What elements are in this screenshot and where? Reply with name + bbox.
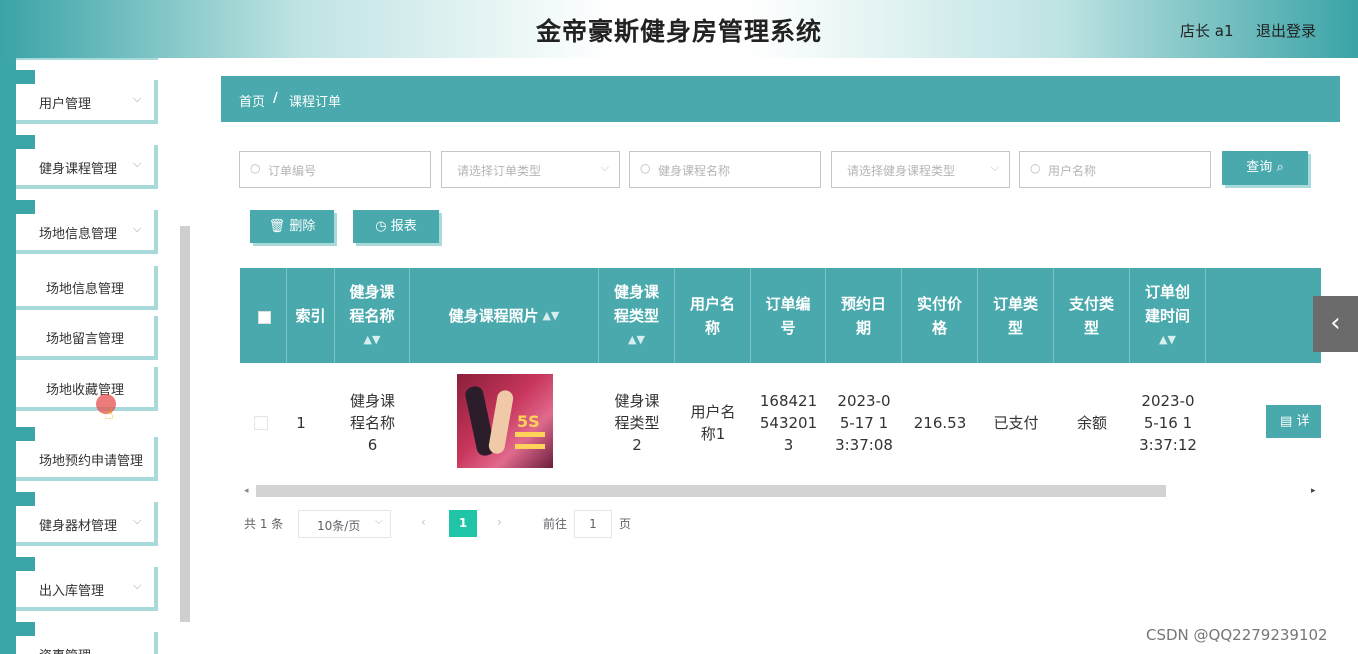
column-header-pay-type[interactable]: 支付类型 (1054, 268, 1130, 363)
chevron-down-icon: ⌵ (133, 579, 142, 592)
breadcrumb-separator: / (273, 91, 278, 106)
sidebar-item-label: 用户管理 (39, 97, 92, 112)
column-header-created-time[interactable]: 订单创建时间 ▲▼ (1130, 268, 1206, 363)
cell-course-type: 健身课程类型2 (614, 392, 660, 454)
sidebar-item-partial-bottom[interactable]: 资事管理 (15, 622, 158, 654)
goto-label: 前往 (543, 517, 568, 531)
delete-button[interactable]: 🗑 删除 (250, 210, 334, 243)
breadcrumb: 首页 / 课程订单 (221, 76, 1340, 122)
sidebar-item-inventory-management[interactable]: 出入库管理 ⌵ (15, 557, 158, 611)
sidebar-scrollbar[interactable] (180, 226, 190, 622)
sidebar-item-course-management[interactable]: 健身课程管理 ⌵ (15, 135, 158, 189)
sidebar-item-venue-management[interactable]: 场地信息管理 ⌵ (15, 200, 158, 254)
sidebar-item-label: 场地预约申请管理 (39, 454, 144, 469)
sidebar-item-partial (16, 58, 158, 60)
cell-order-type: 已支付 (993, 414, 1039, 432)
scroll-right-arrow[interactable]: ▸ (1311, 486, 1316, 496)
detail-button[interactable]: ▤ 详情 (1266, 405, 1321, 438)
cell-created-time: 2023-05-16 13:37:12 (1139, 392, 1197, 454)
sidebar-item-venue-booking[interactable]: 场地预约申请管理 (15, 427, 158, 481)
sidebar-item-user-management[interactable]: 用户管理 ⌵ (15, 70, 158, 124)
scroll-left-arrow[interactable]: ◂ (244, 486, 249, 496)
next-page-icon[interactable]: › (497, 515, 502, 529)
page-number-current[interactable]: 1 (449, 510, 477, 537)
sidebar-item-label: 场地信息管理 (39, 227, 118, 242)
column-header-course-photo[interactable]: 健身课程照片 ▲▼ (410, 268, 599, 363)
sidebar-subitem-venue-favorites[interactable]: 场地收藏管理 (16, 367, 158, 411)
select-all-checkbox[interactable] (258, 311, 271, 324)
order-number-input[interactable]: ○ 订单编号 (239, 151, 431, 188)
cell-price: 216.53 (913, 414, 967, 432)
query-button[interactable]: 查询 ⌕ (1222, 151, 1308, 185)
sidebar-item-label: 资事管理 (39, 645, 91, 654)
sidebar-item-equipment-management[interactable]: 健身器材管理 ⌵ (15, 492, 158, 546)
page-size-select[interactable]: 10条/页 ⌵ (298, 510, 391, 538)
cell-course-name: 健身课程名称6 (349, 392, 395, 454)
current-user: 店长 a1 (1180, 22, 1234, 40)
row-checkbox[interactable] (254, 416, 268, 430)
order-type-select[interactable]: 请选择订单类型 ⌵ (441, 151, 620, 188)
pie-chart-icon: ◷ (375, 219, 387, 234)
sidebar-item-label: 健身课程管理 (39, 162, 118, 177)
chevron-down-icon: ⌵ (600, 161, 609, 174)
table-horizontal-scrollbar[interactable] (256, 485, 1166, 497)
watermark: CSDN @QQ2279239102 (1146, 626, 1328, 644)
column-header-index[interactable]: 索引 (287, 268, 335, 363)
column-header-booking-date[interactable]: 预约日期 (826, 268, 902, 363)
chevron-down-icon: ⌵ (133, 514, 142, 527)
cell-order-number: 1684215432013 (759, 392, 818, 454)
sidebar-item-label: 健身器材管理 (39, 519, 118, 534)
cell-index: 1 (296, 414, 306, 432)
prev-page-icon[interactable]: ‹ (421, 515, 426, 529)
chevron-up-icon: ⌵ (133, 222, 142, 235)
course-name-input[interactable]: ○ 健身课程名称 (629, 151, 821, 188)
sidebar: 用户管理 ⌵ 健身课程管理 ⌵ 场地信息管理 ⌵ 场地信息管理 场地留言管理 场… (0, 58, 196, 654)
logout-link[interactable]: 退出登录 (1256, 20, 1316, 41)
document-icon: ▤ (1280, 414, 1293, 429)
hand-cursor-icon: ☝ (104, 404, 114, 423)
chevron-left-icon[interactable]: ‹ (1313, 296, 1358, 352)
search-icon: ⌕ (1276, 160, 1284, 175)
sidebar-subitem-venue-messages[interactable]: 场地留言管理 (16, 316, 158, 360)
column-header-price[interactable]: 实付价格 (902, 268, 978, 363)
cell-pay-type: 余额 (1076, 414, 1107, 432)
chevron-down-icon: ⌵ (990, 161, 999, 174)
sidebar-accent-strip (0, 58, 16, 654)
cell-user-name: 用户名称1 (690, 403, 736, 443)
course-type-select[interactable]: 请选择健身课程类型 ⌵ (831, 151, 1010, 188)
column-header-order-number[interactable]: 订单编号 (751, 268, 826, 363)
chevron-down-icon: ⌵ (133, 157, 142, 170)
chevron-down-icon: ⌵ (133, 92, 142, 105)
column-header-course-name[interactable]: 健身课程名称 ▲▼ (335, 268, 410, 363)
sidebar-item-label: 出入库管理 (39, 584, 105, 599)
search-icon: ○ (640, 161, 651, 175)
column-header-order-type[interactable]: 订单类型 (978, 268, 1054, 363)
report-button[interactable]: ◷ 报表 (353, 210, 439, 243)
cell-booking-date: 2023-05-17 13:37:08 (835, 392, 893, 454)
table-header: 索引 健身课程名称 ▲▼ 健身课程照片 ▲▼ 健身课程类型 ▲▼ 用户名称 订单编号… (240, 268, 1321, 363)
app-title: 金帝豪斯健身房管理系统 (535, 17, 822, 46)
course-photo[interactable]: 5S (457, 374, 553, 468)
pagination-total: 共 1 条 (244, 517, 284, 531)
goto-page-input[interactable]: 1 (574, 510, 612, 538)
app-header: 金帝豪斯健身房管理系统 店长 a1 退出登录 (0, 0, 1358, 58)
column-header-course-type[interactable]: 健身课程类型 ▲▼ (599, 268, 675, 363)
breadcrumb-current: 课程订单 (289, 95, 342, 110)
trash-icon: 🗑 (268, 219, 286, 234)
column-header-user-name[interactable]: 用户名称 (675, 268, 751, 363)
breadcrumb-home[interactable]: 首页 (239, 91, 265, 110)
chevron-down-icon: ⌵ (375, 516, 383, 527)
search-icon: ○ (250, 161, 261, 175)
user-name-input[interactable]: ○ 用户名称 (1019, 151, 1211, 188)
sidebar-subitem-venue-info[interactable]: 场地信息管理 (16, 266, 158, 310)
page-unit-label: 页 (619, 517, 632, 531)
search-icon: ○ (1030, 161, 1041, 175)
